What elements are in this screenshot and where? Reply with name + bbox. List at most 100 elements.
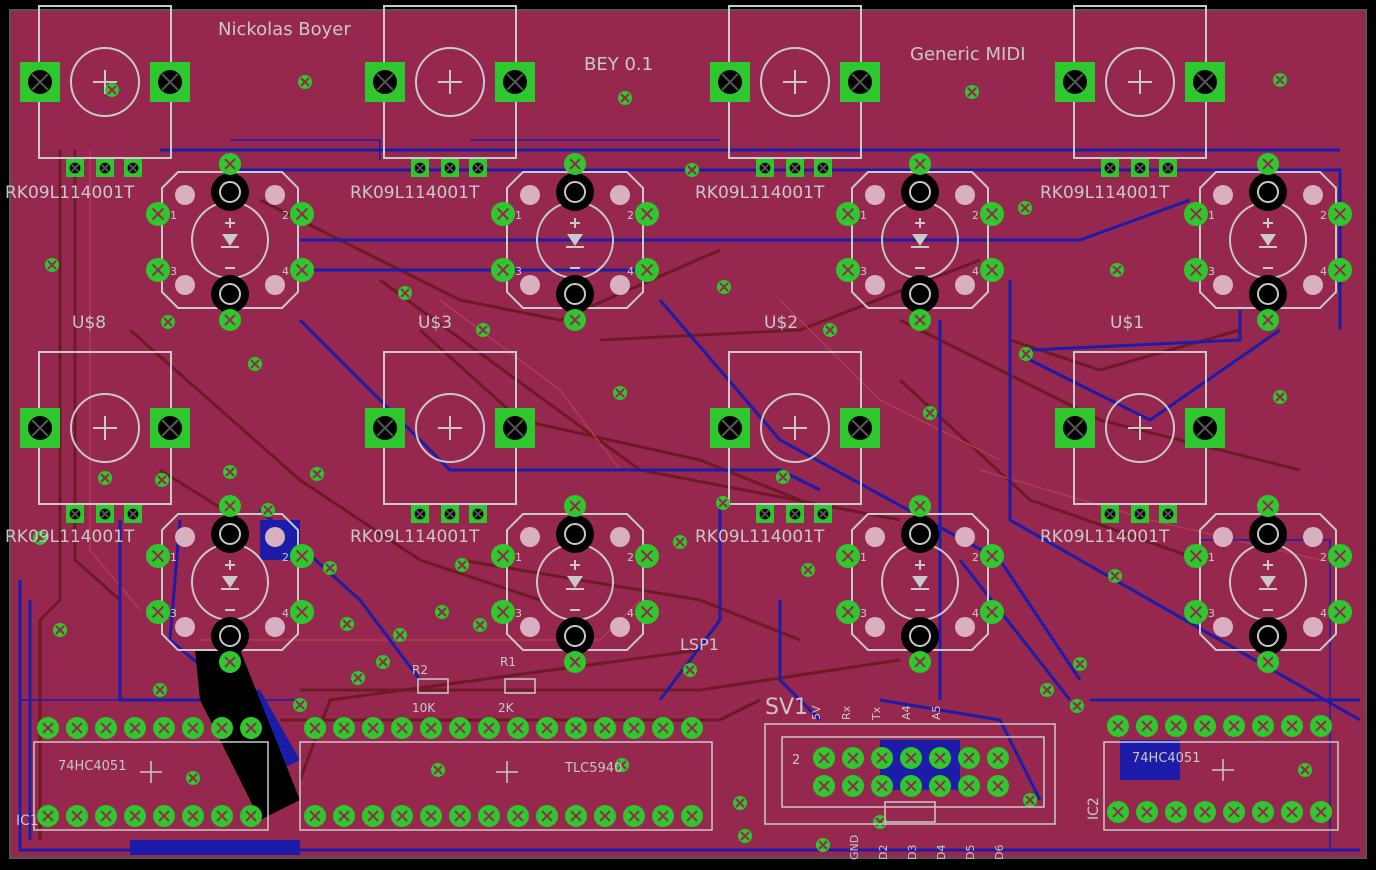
r1-value: 2K xyxy=(498,701,515,715)
button-pin-label: 1 xyxy=(860,551,867,564)
button-pin-label: 3 xyxy=(860,265,867,278)
button-pin-label: 1 xyxy=(1208,209,1215,222)
mount-hole xyxy=(865,275,885,295)
mount-hole xyxy=(520,527,540,547)
mount-hole xyxy=(1213,527,1233,547)
button-pin-label: 2 xyxy=(1320,209,1327,222)
mount-hole xyxy=(265,527,285,547)
sv1-top-pin: 5V xyxy=(810,705,823,720)
button-ref-u2: U$2 xyxy=(764,313,798,333)
button-ref-u8: U$8 xyxy=(72,313,106,333)
led-pad xyxy=(901,173,939,211)
button-pin-label: 3 xyxy=(170,265,177,278)
led-pad xyxy=(211,515,249,553)
mount-hole xyxy=(175,527,195,547)
button-pin-label: 2 xyxy=(282,551,289,564)
sv1-top-pin: A5 xyxy=(930,705,943,720)
mount-hole xyxy=(265,185,285,205)
led-pad xyxy=(1249,173,1287,211)
mount-hole xyxy=(955,275,975,295)
button-ref-u1: U$1 xyxy=(1110,313,1144,333)
led-pad xyxy=(901,617,939,655)
mount-hole xyxy=(175,185,195,205)
mount-hole xyxy=(865,617,885,637)
button-pin-label: 2 xyxy=(972,551,979,564)
led-pad xyxy=(211,275,249,313)
button-pin-label: 4 xyxy=(282,265,289,278)
r2-value: 10K xyxy=(412,701,436,715)
button-pin-label: 3 xyxy=(170,607,177,620)
knob-label-7: RK09L114001T xyxy=(695,527,825,547)
button-pin-label: 1 xyxy=(1208,551,1215,564)
button-pin-label: 2 xyxy=(627,209,634,222)
knob-label-3: RK09L114001T xyxy=(695,183,825,203)
sv1-bottom-pin: GND xyxy=(848,835,861,860)
mount-hole xyxy=(265,275,285,295)
r1-ref: R1 xyxy=(500,655,516,669)
mount-hole xyxy=(1213,275,1233,295)
sv1-top-pin: Rx xyxy=(840,705,853,720)
button-pin-label: 3 xyxy=(515,607,522,620)
mount-hole xyxy=(610,617,630,637)
button-pin-label: 3 xyxy=(515,265,522,278)
mux-right-label: 74HC4051 xyxy=(1132,751,1200,766)
button-pin-label: 4 xyxy=(627,265,634,278)
mount-hole xyxy=(520,185,540,205)
led-pad xyxy=(211,617,249,655)
button-pin-label: 4 xyxy=(972,607,979,620)
led-pad xyxy=(556,275,594,313)
pwm-label: TLC5940 xyxy=(564,761,622,776)
led-pad xyxy=(901,275,939,313)
button-pin-label: 4 xyxy=(1320,607,1327,620)
mount-hole xyxy=(610,275,630,295)
led-pad xyxy=(1249,617,1287,655)
mount-hole xyxy=(865,185,885,205)
button-pin-label: 4 xyxy=(282,607,289,620)
mount-hole xyxy=(1303,185,1323,205)
led-pad xyxy=(556,173,594,211)
button-pin-label: 3 xyxy=(1208,607,1215,620)
sv1-bottom-pin: D3 xyxy=(906,845,919,860)
mount-hole xyxy=(1303,617,1323,637)
mount-hole xyxy=(955,185,975,205)
sv1-bottom-pin: D6 xyxy=(993,845,1006,860)
mount-hole xyxy=(610,527,630,547)
button-pin-label: 1 xyxy=(515,209,522,222)
version-label: BEY 0.1 xyxy=(584,54,653,75)
led-pad xyxy=(556,515,594,553)
led-pad xyxy=(1249,515,1287,553)
sv1-bottom-pin: D2 xyxy=(877,845,890,860)
button-pin-label: 4 xyxy=(972,265,979,278)
sv1-top-pin: A4 xyxy=(900,705,913,720)
mount-hole xyxy=(1303,527,1323,547)
sv1-pin-label: 2 xyxy=(792,753,800,768)
mount-hole xyxy=(265,617,285,637)
sv1-top-pin: Tx xyxy=(870,706,883,721)
sv1-bottom-pin: D4 xyxy=(935,845,948,860)
knob-label-8: RK09L114001T xyxy=(1040,527,1170,547)
mount-hole xyxy=(520,617,540,637)
button-pin-label: 3 xyxy=(1208,265,1215,278)
mount-hole xyxy=(1213,185,1233,205)
led-pad xyxy=(211,173,249,211)
ic2-ref: IC2 xyxy=(1086,797,1102,820)
pcb-board: 1 2 3 4 1 2 3 4 1 2 3 4 1 2 3 4 1 2 3 4 1 2 3 4 1 2 3 4 1 2 3 4 Nickola… xyxy=(0,0,1376,870)
knob-label-6: RK09L114001T xyxy=(350,527,480,547)
button-pin-label: 1 xyxy=(170,209,177,222)
ic-left-ref: IC1 xyxy=(16,813,39,829)
led-pad xyxy=(901,515,939,553)
button-pin-label: 4 xyxy=(627,607,634,620)
led-pad xyxy=(1249,275,1287,313)
mount-hole xyxy=(865,527,885,547)
mount-hole xyxy=(955,527,975,547)
button-pin-label: 3 xyxy=(860,607,867,620)
mount-hole xyxy=(175,617,195,637)
button-pin-label: 2 xyxy=(627,551,634,564)
button-pin-label: 1 xyxy=(170,551,177,564)
mount-hole xyxy=(610,185,630,205)
speaker-ref: LSP1 xyxy=(680,635,719,654)
button-ref-u3: U$3 xyxy=(418,313,452,333)
mount-hole xyxy=(955,617,975,637)
knob-label-2: RK09L114001T xyxy=(350,183,480,203)
button-pin-label: 2 xyxy=(972,209,979,222)
